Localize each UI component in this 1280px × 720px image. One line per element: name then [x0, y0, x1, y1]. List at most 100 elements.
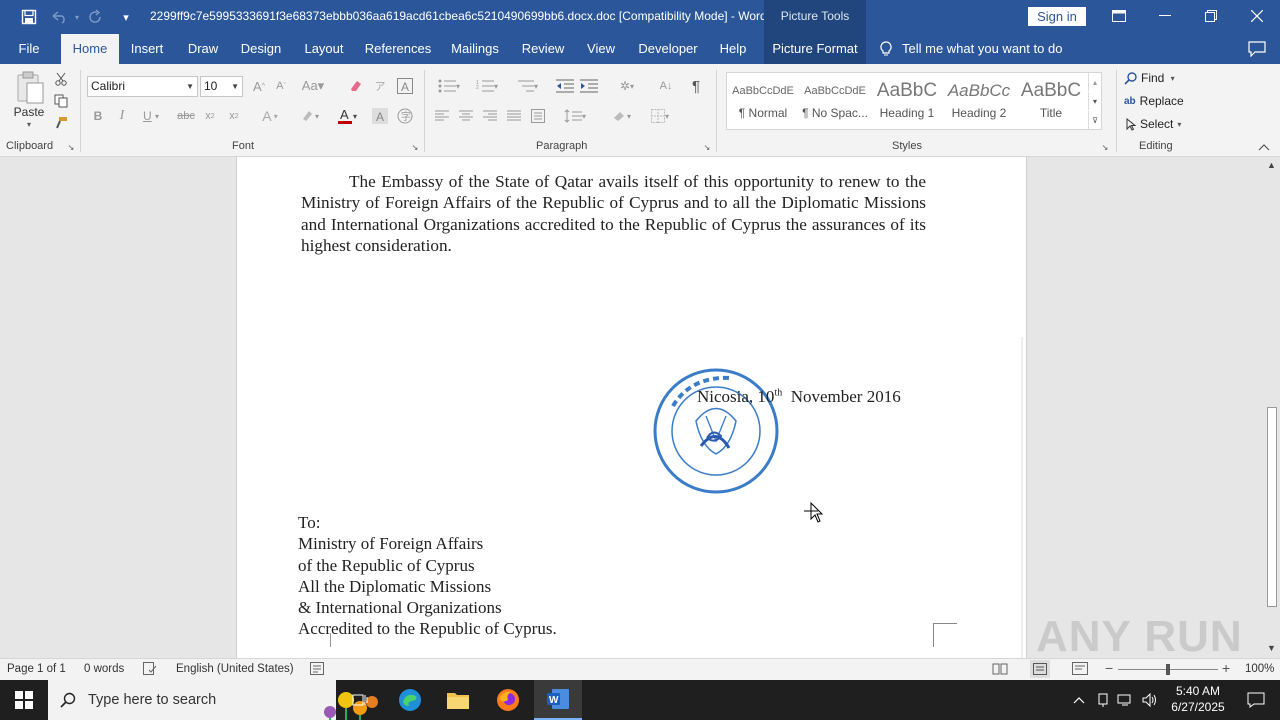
styles-scroll-up-icon[interactable]: ▴ — [1088, 73, 1101, 91]
print-layout-icon[interactable] — [1030, 660, 1050, 678]
restore-icon[interactable] — [1188, 0, 1234, 32]
enclose-characters-icon[interactable]: 字 — [394, 106, 416, 126]
subscript-icon[interactable]: x2 — [200, 106, 220, 126]
file-explorer-icon[interactable] — [434, 680, 482, 720]
minimize-icon[interactable] — [1142, 0, 1188, 32]
font-launcher-icon[interactable]: ↘ — [410, 142, 420, 152]
embassy-stamp[interactable] — [651, 366, 781, 496]
font-name-combo[interactable]: Calibri ▼ — [87, 76, 198, 97]
zoom-out-icon[interactable]: − — [1105, 660, 1113, 676]
collapse-ribbon-icon[interactable] — [1256, 140, 1272, 154]
paragraph-launcher-icon[interactable]: ↘ — [702, 142, 712, 152]
clipboard-launcher-icon[interactable]: ↘ — [66, 142, 76, 152]
read-mode-icon[interactable] — [992, 662, 1008, 678]
tab-developer[interactable]: Developer — [634, 34, 702, 64]
numbering-icon[interactable]: 1 2 ▾ — [470, 76, 504, 96]
show-hidden-icons-icon[interactable] — [1068, 680, 1090, 720]
superscript-icon[interactable]: x2 — [224, 106, 244, 126]
align-left-icon[interactable] — [432, 106, 452, 126]
close-icon[interactable] — [1234, 0, 1280, 32]
find-button[interactable]: Find ▾ — [1124, 69, 1190, 87]
cut-icon[interactable] — [52, 70, 70, 88]
comments-icon[interactable] — [1248, 41, 1266, 60]
select-button[interactable]: Select ▾ — [1126, 115, 1192, 133]
taskbar-clock[interactable]: 5:40 AM 6/27/2025 — [1164, 683, 1232, 715]
web-layout-icon[interactable] — [1072, 662, 1088, 678]
sort-icon[interactable]: A↓ — [656, 76, 676, 96]
zoom-in-icon[interactable]: + — [1222, 660, 1230, 676]
show-formatting-marks-icon[interactable]: ¶ — [686, 76, 706, 96]
replace-button[interactable]: ab Replace — [1124, 92, 1190, 110]
strikethrough-icon[interactable]: abc — [175, 106, 197, 126]
usb-device-icon[interactable] — [1092, 680, 1114, 720]
style-title[interactable]: AaBbC Title — [1017, 76, 1085, 126]
character-border-icon[interactable]: A — [395, 76, 415, 96]
increase-indent-icon[interactable] — [578, 76, 600, 96]
zoom-level[interactable]: 100% — [1245, 663, 1274, 675]
bullets-icon[interactable]: ▾ — [432, 76, 466, 96]
decrease-indent-icon[interactable] — [554, 76, 576, 96]
font-color-icon[interactable]: A ▾ — [330, 106, 364, 126]
asian-layout-icon[interactable]: ✲ ▾ — [610, 76, 644, 96]
borders-icon[interactable]: ▾ — [642, 106, 678, 126]
highlight-color-icon[interactable]: ▾ — [292, 106, 326, 126]
change-case-icon[interactable]: Aa▾ — [300, 76, 326, 96]
document-page[interactable]: The Embassy of the State of Qatar avails… — [236, 157, 1027, 658]
customize-qat-icon[interactable]: ▾ — [115, 6, 137, 28]
scroll-up-icon[interactable]: ▲ — [1267, 160, 1276, 170]
font-size-combo[interactable]: 10 ▼ — [200, 76, 243, 97]
ribbon-display-options-icon[interactable] — [1096, 0, 1142, 32]
line-spacing-icon[interactable]: ▾ — [558, 106, 592, 126]
paste-dropdown-icon[interactable]: ▾ — [22, 119, 36, 129]
style-heading-2[interactable]: AaBbCc Heading 2 — [945, 76, 1013, 126]
zoom-slider-thumb[interactable] — [1166, 664, 1170, 675]
scrollbar-thumb[interactable] — [1267, 407, 1277, 607]
vertical-scrollbar[interactable]: ▲ ▼ — [1264, 157, 1280, 658]
tab-mailings[interactable]: Mailings — [446, 34, 504, 64]
tab-layout[interactable]: Layout — [299, 34, 349, 64]
proofing-icon[interactable] — [143, 662, 157, 678]
firefox-icon[interactable] — [484, 680, 532, 720]
clear-formatting-icon[interactable] — [346, 76, 366, 96]
tab-review[interactable]: Review — [517, 34, 569, 64]
paste-icon[interactable] — [10, 70, 50, 106]
edge-browser-icon[interactable] — [386, 680, 434, 720]
distributed-icon[interactable] — [528, 106, 548, 126]
tab-home[interactable]: Home — [61, 34, 119, 64]
tab-references[interactable]: References — [362, 34, 434, 64]
redo-icon[interactable] — [85, 6, 107, 28]
justify-icon[interactable] — [504, 106, 524, 126]
italic-icon[interactable]: I — [112, 106, 132, 126]
shrink-font-icon[interactable]: Aˇ — [272, 76, 290, 96]
style-no-spacing[interactable]: AaBbCcDdE ¶ No Spac... — [801, 76, 869, 126]
tab-help[interactable]: Help — [714, 34, 752, 64]
align-right-icon[interactable] — [480, 106, 500, 126]
taskbar-search-box[interactable]: Type here to search — [48, 680, 378, 720]
tab-design[interactable]: Design — [236, 34, 286, 64]
multilevel-list-icon[interactable]: ▾ — [510, 76, 544, 96]
character-shading-icon[interactable]: A — [370, 106, 390, 126]
grow-font-icon[interactable]: A ^ — [250, 76, 268, 96]
language[interactable]: English (United States) — [176, 663, 294, 675]
styles-launcher-icon[interactable]: ↘ — [1100, 142, 1110, 152]
notifications-icon[interactable] — [1232, 680, 1280, 720]
style-heading-1[interactable]: AaBbC Heading 1 — [873, 76, 941, 126]
style-normal[interactable]: AaBbCcDdE ¶ Normal — [729, 76, 797, 126]
format-painter-icon[interactable] — [52, 114, 70, 132]
tab-insert[interactable]: Insert — [125, 34, 169, 64]
align-center-icon[interactable] — [456, 106, 476, 126]
bold-icon[interactable]: B — [88, 106, 108, 126]
tab-view[interactable]: View — [582, 34, 620, 64]
tab-draw[interactable]: Draw — [182, 34, 224, 64]
network-icon[interactable] — [1114, 680, 1136, 720]
volume-icon[interactable] — [1138, 680, 1162, 720]
macro-recording-icon[interactable] — [310, 662, 324, 678]
word-taskbar-icon[interactable]: W — [534, 680, 582, 720]
windows-start-icon[interactable] — [0, 680, 48, 720]
tab-file[interactable]: File — [8, 34, 50, 64]
task-view-icon[interactable] — [336, 680, 384, 720]
sign-in-button[interactable]: Sign in — [1028, 7, 1086, 26]
copy-icon[interactable] — [52, 92, 70, 110]
tell-me-box[interactable]: Tell me what you want to do — [880, 34, 1062, 64]
tab-picture-format[interactable]: Picture Format — [764, 34, 866, 64]
